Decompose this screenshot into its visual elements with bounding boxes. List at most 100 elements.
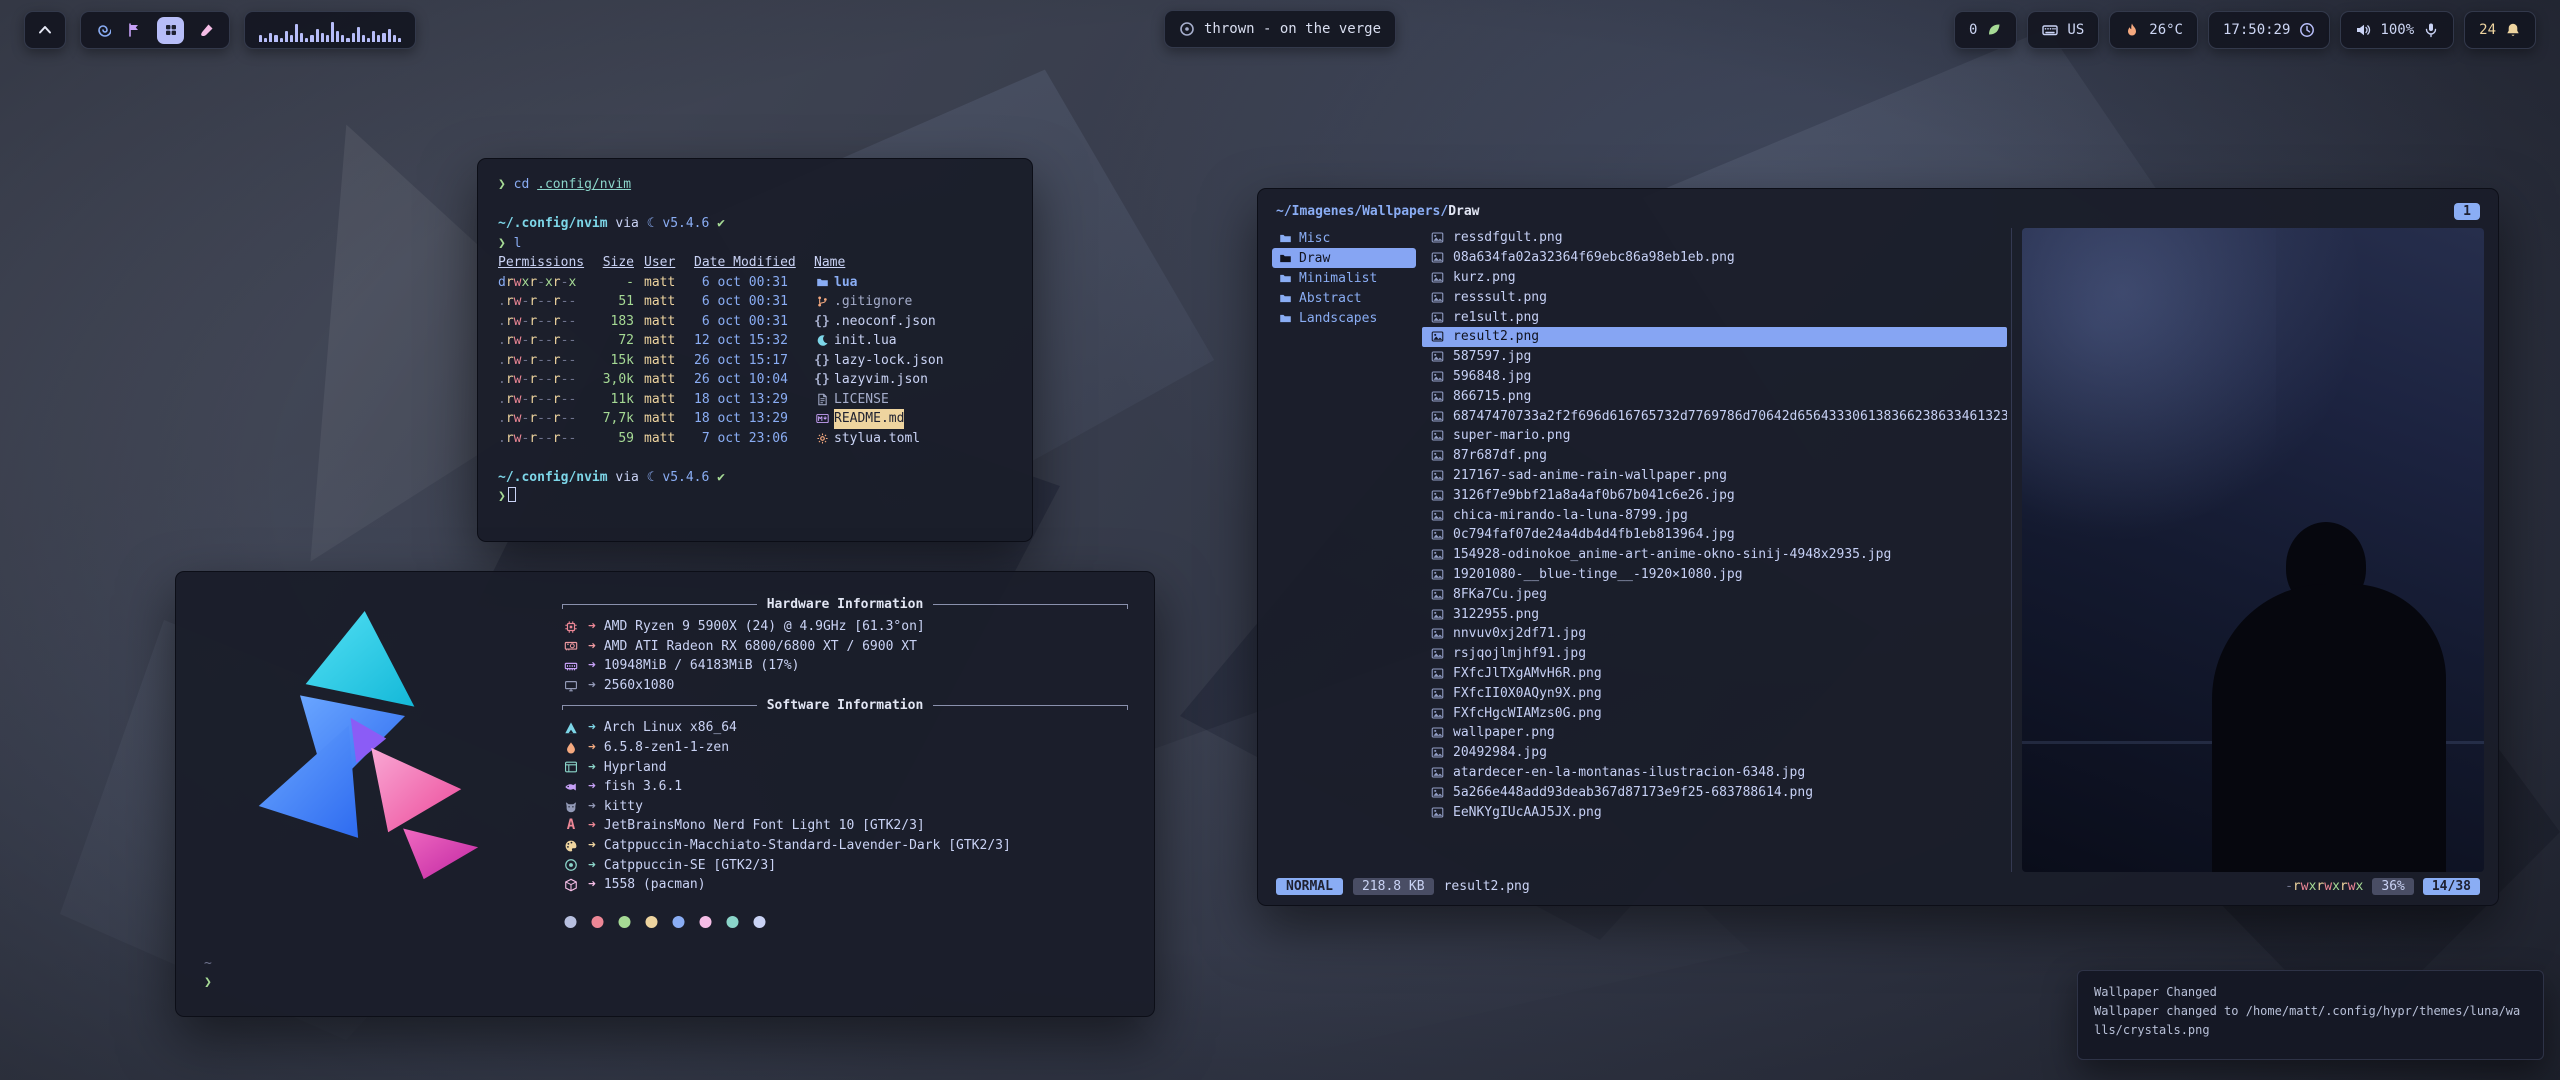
- path-current: Draw: [1448, 204, 1479, 219]
- image-icon: [1430, 568, 1445, 581]
- file-row[interactable]: ressdfgult.png: [1422, 228, 2007, 248]
- selected-file-name: result2.png: [1444, 879, 1530, 894]
- image-icon: [1430, 746, 1445, 759]
- volume-module[interactable]: 100%: [2340, 11, 2454, 49]
- droplet-icon: [562, 741, 580, 755]
- file-row[interactable]: chica-mirando-la-luna-8799.jpg: [1422, 505, 2007, 525]
- image-icon: [1430, 311, 1445, 324]
- launcher-button[interactable]: [24, 11, 66, 49]
- file-row[interactable]: 8FKa7Cu.jpeg: [1422, 584, 2007, 604]
- notification-popup[interactable]: Wallpaper Changed Wallpaper changed to /…: [2077, 970, 2544, 1060]
- music-widget[interactable]: thrown - on the verge: [1164, 10, 1396, 48]
- file-name: stylua.toml: [834, 429, 920, 449]
- file-manager-window[interactable]: ~/Imagenes/Wallpapers/Draw 1 MiscDrawMin…: [1257, 188, 2499, 906]
- dir-row[interactable]: Misc: [1272, 228, 1416, 248]
- arrow-icon: ➜: [588, 836, 596, 856]
- workspace-brush-icon[interactable]: [199, 22, 215, 38]
- workspace-active[interactable]: [157, 17, 184, 44]
- image-icon: [1430, 291, 1445, 304]
- image-icon: [1430, 786, 1445, 799]
- file-row[interactable]: resssult.png: [1422, 287, 2007, 307]
- workspace-spiral-icon[interactable]: [95, 22, 111, 38]
- check-icon: ✔: [717, 470, 725, 485]
- lua-moon-icon: ☾: [647, 216, 655, 231]
- listing-row: .rw-r--r--15kmatt26 oct 15:17{}lazy-lock…: [498, 351, 1012, 371]
- image-icon: [1430, 410, 1445, 423]
- path-prefix: ~/Imagenes/Wallpapers/: [1276, 204, 1448, 219]
- file-name: LICENSE: [834, 390, 889, 410]
- file-row[interactable]: super-mario.png: [1422, 426, 2007, 446]
- file-row[interactable]: 5a266e448add93deab367d87173e9f25-6837886…: [1422, 782, 2007, 802]
- fetch-window[interactable]: ~ ❯ Hardware Information ➜AMD Ryzen 9 59…: [175, 571, 1155, 1017]
- file-row[interactable]: FXfcHgcWIAMzs0G.png: [1422, 703, 2007, 723]
- notifications-module[interactable]: 24: [2464, 11, 2536, 49]
- updates-module[interactable]: 0: [1954, 11, 2017, 49]
- file-row[interactable]: nnvuv0xj2df71.jpg: [1422, 624, 2007, 644]
- file-row[interactable]: 866715.png: [1422, 386, 2007, 406]
- file-row[interactable]: FXfcII0X0AQyn9X.png: [1422, 683, 2007, 703]
- image-icon: [1430, 687, 1445, 700]
- folder-icon: [814, 276, 830, 289]
- image-preview-pane: [2022, 228, 2484, 872]
- arrow-icon: ➜: [588, 656, 596, 676]
- file-row[interactable]: 3126f7e9bbf21a8a4af0b67b041c6e26.jpg: [1422, 485, 2007, 505]
- file-row[interactable]: result2.png: [1422, 327, 2007, 347]
- leaf-icon: [1986, 22, 2002, 38]
- workspaces-widget: [80, 11, 230, 49]
- file-row[interactable]: re1sult.png: [1422, 307, 2007, 327]
- image-icon: [1430, 350, 1445, 363]
- file-row[interactable]: 08a634fa02a32364f69ebc86a98eb1eb.png: [1422, 248, 2007, 268]
- workspace-flag-icon[interactable]: [126, 22, 142, 38]
- file-row[interactable]: 68747470733a2f2f696d616765732d7769786d70…: [1422, 406, 2007, 426]
- breadcrumb: ~/Imagenes/Wallpapers/Draw: [1276, 204, 1480, 219]
- file-row[interactable]: FXfcJlTXgAMvH6R.png: [1422, 664, 2007, 684]
- arrow-icon: ➜: [588, 797, 596, 817]
- braces-icon: {}: [814, 370, 830, 390]
- image-icon: [1430, 707, 1445, 720]
- file-name: init.lua: [834, 331, 897, 351]
- file-row[interactable]: kurz.png: [1422, 268, 2007, 288]
- dir-row[interactable]: Abstract: [1272, 288, 1416, 308]
- file-row[interactable]: 587597.jpg: [1422, 347, 2007, 367]
- image-icon: [1430, 429, 1445, 442]
- folder-icon: [1279, 292, 1292, 305]
- temperature-module[interactable]: 26°C: [2109, 11, 2198, 49]
- image-icon: [1430, 548, 1445, 561]
- dir-row[interactable]: Draw: [1272, 248, 1416, 268]
- braces-icon: {}: [814, 351, 830, 371]
- image-icon: [1430, 726, 1445, 739]
- dir-row[interactable]: Landscapes: [1272, 308, 1416, 328]
- file-row[interactable]: 3122955.png: [1422, 604, 2007, 624]
- speaker-icon: [2355, 22, 2371, 38]
- file-name: lazyvim.json: [834, 370, 928, 390]
- terminal-blank-line: [498, 195, 1012, 215]
- cpu-graph-widget[interactable]: [244, 11, 416, 49]
- file-manager-body: MiscDrawMinimalistAbstractLandscapes res…: [1272, 228, 2484, 872]
- file-row[interactable]: atardecer-en-la-montanas-ilustracion-634…: [1422, 763, 2007, 783]
- file-row[interactable]: 596848.jpg: [1422, 367, 2007, 387]
- image-icon: [1430, 806, 1445, 819]
- command-text: cd: [514, 177, 530, 192]
- bar-left-modules: [24, 11, 416, 49]
- clock-module[interactable]: 17:50:29: [2208, 11, 2330, 49]
- file-row[interactable]: 154928-odinokoe_anime-art-anime-okno-sin…: [1422, 545, 2007, 565]
- keyboard-layout-module[interactable]: US: [2027, 11, 2099, 49]
- terminal-prompt-line[interactable]: ❯: [498, 487, 1012, 507]
- file-row[interactable]: 20492984.jpg: [1422, 743, 2007, 763]
- file-row[interactable]: 217167-sad-anime-rain-wallpaper.png: [1422, 466, 2007, 486]
- bell-icon: [2505, 22, 2521, 38]
- dir-row[interactable]: Minimalist: [1272, 268, 1416, 288]
- file-row[interactable]: wallpaper.png: [1422, 723, 2007, 743]
- file-row[interactable]: 87r687df.png: [1422, 446, 2007, 466]
- starship-status-line: ~/.config/nvim via ☾ v5.4.6 ✔: [498, 214, 1012, 234]
- terminal-window[interactable]: ❯ cd .config/nvim ~/.config/nvim via ☾ v…: [477, 158, 1033, 542]
- fish-icon: [562, 780, 580, 794]
- fetch-prompt[interactable]: ~ ❯: [204, 954, 212, 992]
- file-row[interactable]: rsjqojlmjhf91.jpg: [1422, 644, 2007, 664]
- tab-indicator[interactable]: 1: [2454, 203, 2480, 220]
- palette-dot: [646, 916, 658, 928]
- prompt-char: ❯: [498, 489, 506, 504]
- file-row[interactable]: 0c794faf07de24a4db4d4fb1eb813964.jpg: [1422, 525, 2007, 545]
- file-row[interactable]: EeNKYgIUcAAJ5JX.png: [1422, 802, 2007, 822]
- file-row[interactable]: 19201080-__blue-tinge__-1920×1080.jpg: [1422, 565, 2007, 585]
